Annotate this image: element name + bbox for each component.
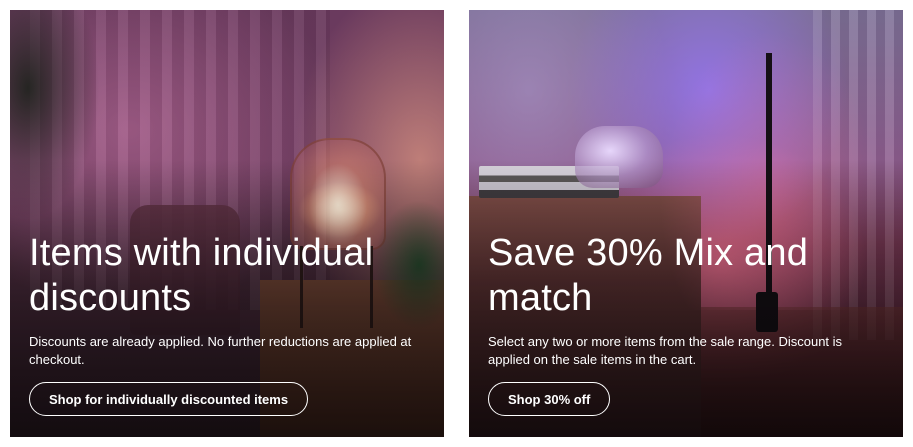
card-content: Save 30% Mix and match Select any two or… [488,231,885,369]
shop-individually-discounted-button[interactable]: Shop for individually discounted items [29,382,309,416]
card-heading: Items with individual discounts [29,232,374,319]
card-description: Discounts are already applied. No furthe… [29,334,412,367]
promo-card-mix-and-match: Save 30% Mix and match Select any two or… [469,10,903,437]
promo-card-individual-discounts: Items with individual discounts Discount… [10,10,444,437]
image-overlay [10,10,444,437]
card-heading: Save 30% Mix and match [488,232,809,319]
image-overlay [469,10,903,437]
shop-30-off-button[interactable]: Shop 30% off [488,382,611,416]
card-description: Select any two or more items from the sa… [488,334,843,367]
card-content: Items with individual discounts Discount… [29,231,426,369]
